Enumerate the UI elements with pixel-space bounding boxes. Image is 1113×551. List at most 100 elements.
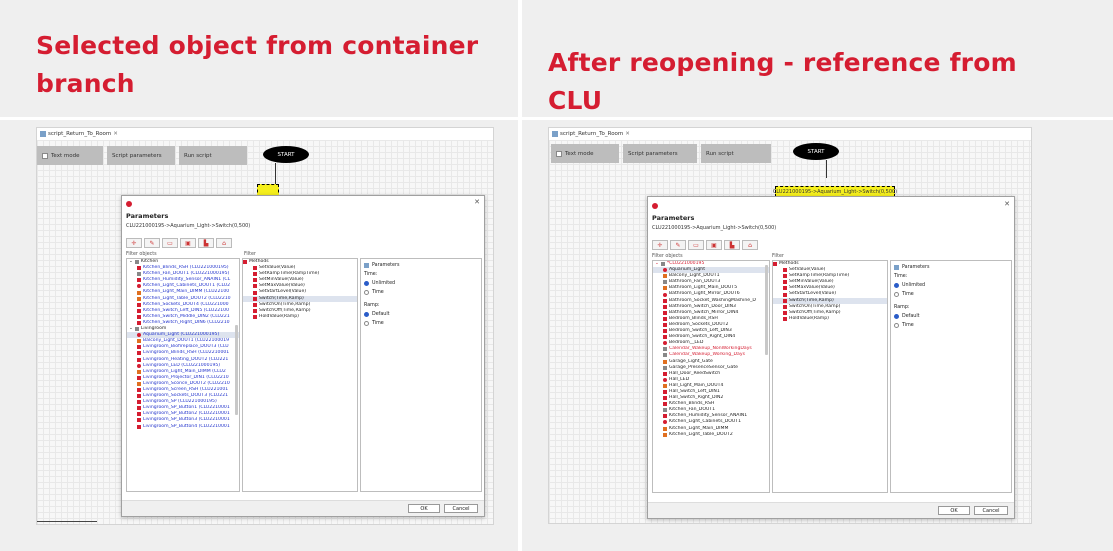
tab-close-icon[interactable]: ✕ — [625, 131, 630, 137]
tree-item-icon — [137, 333, 141, 338]
tree-item-icon — [663, 365, 667, 370]
chart-tool-icon[interactable]: ▙ — [198, 238, 214, 248]
checkbox-icon[interactable] — [556, 150, 562, 157]
tree-item-icon — [660, 262, 665, 267]
text-mode-button[interactable]: Text mode — [551, 144, 619, 163]
add-tool-icon[interactable]: ✛ — [652, 240, 668, 250]
filter-objects-label[interactable]: Filter objects — [652, 254, 683, 259]
add-tool-icon[interactable]: ✛ — [126, 238, 142, 248]
chevron-down-icon[interactable]: ⌄ — [129, 326, 133, 332]
script-parameters-button[interactable]: Script parameters — [623, 144, 697, 163]
start-node[interactable]: START — [263, 146, 309, 163]
default-radio[interactable]: Default — [364, 310, 478, 319]
objects-tree[interactable]: ⌄ Kitchen Kitchen_Blinds_RSH (CLU221000195… — [126, 258, 240, 492]
method-icon — [253, 272, 257, 277]
connector-line — [826, 160, 827, 178]
list-tool-icon[interactable]: ▭ — [162, 238, 178, 248]
radio-off-icon[interactable] — [364, 290, 369, 295]
chart-tool-icon[interactable]: ▙ — [724, 240, 740, 250]
close-icon[interactable]: ✕ — [474, 198, 480, 206]
time-radio[interactable]: Time — [364, 288, 478, 297]
cancel-button[interactable]: Cancel — [974, 506, 1008, 515]
script-tab[interactable]: script_Return_To_Room ✕ — [549, 128, 630, 140]
tree-item-icon — [663, 316, 667, 321]
close-icon[interactable]: ✕ — [1004, 200, 1010, 208]
script-parameters-button[interactable]: Script parameters — [107, 146, 175, 165]
ramp-time-label: Time — [372, 321, 384, 326]
script-tab-label: script_Return_To_Room — [560, 131, 624, 137]
ok-button[interactable]: OK — [408, 504, 440, 513]
ramp-time-radio[interactable]: Time — [894, 321, 1008, 330]
tree-item-icon — [137, 278, 141, 283]
radio-on-icon[interactable] — [894, 283, 899, 288]
unlimited-radio[interactable]: Unlimited — [364, 279, 478, 288]
filter-label[interactable]: Filter — [772, 254, 784, 259]
home-tool-icon[interactable]: ⌂ — [742, 240, 758, 250]
radio-off-icon[interactable] — [364, 321, 369, 326]
object-tool-icon[interactable]: ▣ — [180, 238, 196, 248]
filter-objects-label[interactable]: Filter objects — [126, 252, 157, 257]
method-icon — [253, 278, 257, 283]
chevron-down-icon[interactable]: ⌄ — [655, 261, 659, 267]
tree-scrollbar[interactable] — [235, 325, 238, 415]
list-tool-icon[interactable]: ▭ — [688, 240, 704, 250]
dialog-subtitle: CLU221000195->Aquarium_Light->Switch(0,5… — [652, 225, 777, 231]
params-header-label: Parameters — [372, 263, 400, 268]
dialog-title: Parameters — [652, 214, 695, 222]
method-item[interactable]: HoldValue(Ramp) — [773, 316, 887, 322]
ok-button[interactable]: OK — [938, 506, 970, 515]
dialog-subtitle: CLU221000195->Aquarium_Light->Switch(0,5… — [126, 223, 251, 229]
method-icon — [783, 280, 787, 285]
tree-item-icon — [137, 266, 141, 271]
left-screenshot: script_Return_To_Room ✕ Text mode Script … — [36, 127, 494, 525]
tree-item-icon — [137, 351, 141, 356]
ramp-time-label: Time — [902, 323, 914, 328]
methods-list[interactable]: Methods SetValue(Value) SetRampTime(RampT… — [772, 260, 888, 493]
text-mode-button[interactable]: Text mode — [37, 146, 103, 165]
tree-scrollbar[interactable] — [765, 265, 768, 355]
radio-off-icon[interactable] — [894, 292, 899, 297]
script-tab-label: script_Return_To_Room — [48, 131, 112, 137]
tree-item-icon — [134, 327, 139, 332]
tree-item[interactable]: Kitchen_Light_Table_DOUT2 — [653, 432, 769, 438]
edit-tool-icon[interactable]: ✎ — [670, 240, 686, 250]
unlimited-label: Unlimited — [372, 281, 396, 286]
methods-list[interactable]: Methods SetValue(Value) SetRampTime(RampT… — [242, 258, 358, 492]
dialog-toolbar: ✛ ✎ ▭ ▣ ▙ ⌂ — [126, 238, 232, 248]
run-script-button[interactable]: Run script — [179, 146, 247, 165]
tab-close-icon[interactable]: ✕ — [113, 131, 118, 137]
tree-item-icon — [137, 320, 141, 325]
tree-item-icon — [663, 347, 667, 352]
radio-on-icon[interactable] — [894, 314, 899, 319]
filter-label[interactable]: Filter — [244, 252, 256, 257]
tree-item-icon — [663, 432, 667, 437]
radio-off-icon[interactable] — [894, 323, 899, 328]
home-tool-icon[interactable]: ⌂ — [216, 238, 232, 248]
objects-tree-list: ⌄ Kitchen Kitchen_Blinds_RSH (CLU221000195… — [127, 259, 239, 430]
checkbox-icon[interactable] — [42, 152, 48, 159]
tree-item-icon — [663, 408, 667, 413]
dialog-footer: OK Cancel — [122, 500, 484, 516]
object-tool-icon[interactable]: ▣ — [706, 240, 722, 250]
radio-on-icon[interactable] — [364, 281, 369, 286]
start-node[interactable]: START — [793, 143, 839, 160]
radio-on-icon[interactable] — [364, 312, 369, 317]
method-item[interactable]: HoldValue(Ramp) — [243, 314, 357, 320]
cancel-button[interactable]: Cancel — [444, 504, 478, 513]
edit-tool-icon[interactable]: ✎ — [144, 238, 160, 248]
ramp-time-radio[interactable]: Time — [364, 319, 478, 328]
objects-tree[interactable]: ⌄ *CLU221000195 Aquarium_Light Balcony_Ligh… — [652, 260, 770, 493]
dialog-footer: OK Cancel — [648, 502, 1014, 518]
script-tab[interactable]: script_Return_To_Room ✕ — [37, 128, 118, 140]
time-radio[interactable]: Time — [894, 290, 1008, 299]
tree-item-icon — [137, 363, 141, 368]
method-icon — [253, 284, 257, 289]
tree-item-icon — [663, 377, 667, 382]
default-radio[interactable]: Default — [894, 312, 1008, 321]
chevron-down-icon[interactable]: ⌄ — [129, 259, 133, 265]
method-icon — [783, 274, 787, 279]
tree-item-icon — [663, 359, 667, 364]
unlimited-radio[interactable]: Unlimited — [894, 281, 1008, 290]
tree-item[interactable]: Livingroom_SP_Button4 (CLU2210001 — [127, 424, 239, 430]
run-script-button[interactable]: Run script — [701, 144, 771, 163]
